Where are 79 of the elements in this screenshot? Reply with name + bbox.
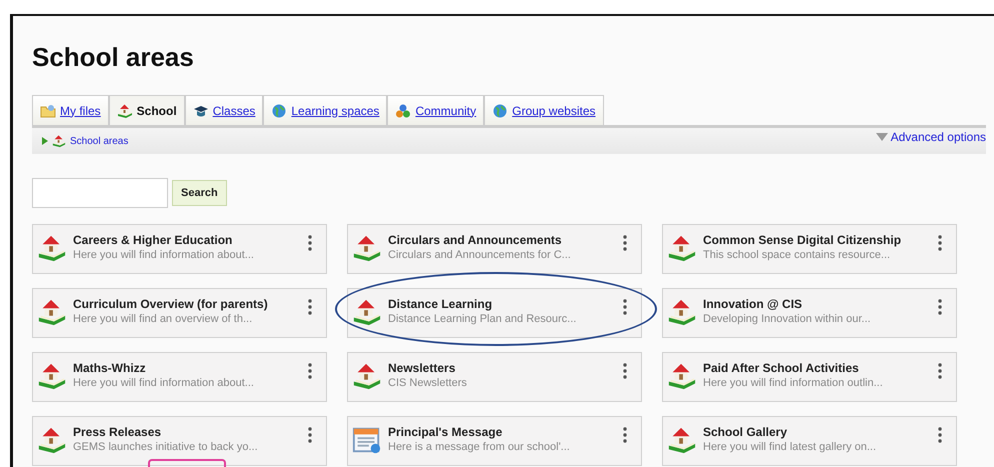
more-options-icon: [938, 235, 942, 251]
house-on-book-icon: [52, 134, 66, 148]
more-options-icon: [308, 235, 312, 251]
area-card[interactable]: Newsletters CIS Newsletters: [347, 352, 642, 402]
house-on-book-icon: [116, 102, 133, 118]
area-card[interactable]: School Gallery Here you will find latest gallery on...: [662, 416, 957, 466]
area-description: Circulars and Announcements for C...: [388, 249, 572, 261]
area-description: Here you will find information about...: [73, 249, 255, 261]
search-field[interactable]: [32, 178, 168, 208]
area-card[interactable]: Press Releases GEMS launches initiative to back yo...: [32, 416, 327, 466]
page-title: School areas: [32, 42, 195, 73]
area-description: GEMS launches initiative to back yo...: [73, 441, 259, 453]
tab[interactable]: Classes: [184, 95, 264, 125]
area-title: Circulars and Announcements: [388, 233, 563, 247]
globe-icon: [492, 102, 508, 118]
house-on-book-icon: [352, 361, 382, 391]
area-title: Common Sense Digital Citizenship: [703, 233, 902, 247]
area-card[interactable]: Maths-Whizz Here you will find information about...: [32, 352, 327, 402]
area-title: Distance Learning: [388, 297, 494, 311]
area-card[interactable]: Innovation @ CIS Developing Innovation within our...: [662, 288, 957, 338]
tab[interactable]: My files: [32, 95, 109, 125]
area-title: School Gallery: [703, 425, 788, 439]
area-title: Careers & Higher Education: [73, 233, 234, 247]
house-on-book-icon: [37, 297, 67, 327]
area-title: Press Releases: [73, 425, 162, 439]
area-title: Innovation @ CIS: [703, 297, 804, 311]
house-on-book-icon: [667, 297, 697, 327]
calendar-icon: [352, 425, 382, 455]
more-options-icon: [623, 299, 627, 315]
area-card[interactable]: Curriculum Overview (for parents) Here you will find an overview of th...: [32, 288, 327, 338]
more-options-icon: [938, 299, 942, 315]
area-description: Here you will find information outlin...: [703, 377, 884, 389]
globe-icon: [271, 102, 288, 118]
house-on-book-icon: [37, 361, 67, 391]
area-description: Here you will find an overview of th...: [73, 313, 254, 325]
more-options-icon: [623, 363, 627, 379]
area-card[interactable]: Careers & Higher Education Here you will find information about...: [32, 224, 327, 274]
area-description: Distance Learning Plan and Resourc...: [388, 313, 578, 325]
area-title: Principal's Message: [388, 425, 504, 439]
area-title: Maths-Whizz: [73, 361, 147, 375]
more-options-icon: [308, 427, 312, 443]
house-on-book-icon: [37, 425, 67, 455]
area-description: This school space contains resource...: [703, 249, 892, 261]
tab[interactable]: Community: [387, 95, 484, 125]
triangle-down-icon: [876, 133, 888, 141]
house-on-book-icon: [37, 233, 67, 263]
tab[interactable]: Group websites: [484, 95, 604, 125]
area-description: Here is a message from our school'...: [388, 441, 571, 453]
area-description: Developing Innovation within our...: [703, 313, 872, 325]
tab[interactable]: Learning spaces: [263, 95, 388, 125]
area-title: Curriculum Overview (for parents): [73, 297, 269, 311]
house-on-book-icon: [352, 233, 382, 263]
more-options-icon: [308, 363, 312, 379]
colored-blocks-icon: [395, 102, 412, 118]
house-on-book-icon: [667, 233, 697, 263]
play-icon: [42, 137, 48, 145]
advanced-options-link[interactable]: Advanced options: [876, 128, 986, 154]
area-description: Here you will find information about...: [73, 377, 255, 389]
area-description: CIS Newsletters: [388, 377, 468, 389]
more-options-icon: [938, 363, 942, 379]
area-title: Paid After School Activities: [703, 361, 860, 375]
area-card[interactable]: Principal's Message Here is a message from our school'...: [347, 416, 642, 466]
area-card[interactable]: Distance Learning Distance Learning Plan and Resourc...: [347, 288, 642, 338]
more-options-icon: [938, 427, 942, 443]
area-card[interactable]: Circulars and Announcements Circulars and Announcements for C...: [347, 224, 642, 274]
house-on-book-icon: [352, 297, 382, 327]
area-card[interactable]: Common Sense Digital Citizenship This school space contains resource...: [662, 224, 957, 274]
breadcrumb-link[interactable]: School areas: [70, 136, 128, 146]
more-options-icon: [623, 235, 627, 251]
more-options-icon: [623, 427, 627, 443]
more-options-icon: [308, 299, 312, 315]
area-card[interactable]: Paid After School Activities Here you will find information outlin...: [662, 352, 957, 402]
house-on-book-icon: [667, 361, 697, 391]
tab[interactable]: School: [108, 95, 185, 125]
house-on-book-icon: [667, 425, 697, 455]
area-description: Here you will find latest gallery on...: [703, 441, 878, 453]
area-title: Newsletters: [388, 361, 456, 375]
search-button[interactable]: Search: [172, 180, 227, 206]
folder-icon: [40, 102, 56, 118]
